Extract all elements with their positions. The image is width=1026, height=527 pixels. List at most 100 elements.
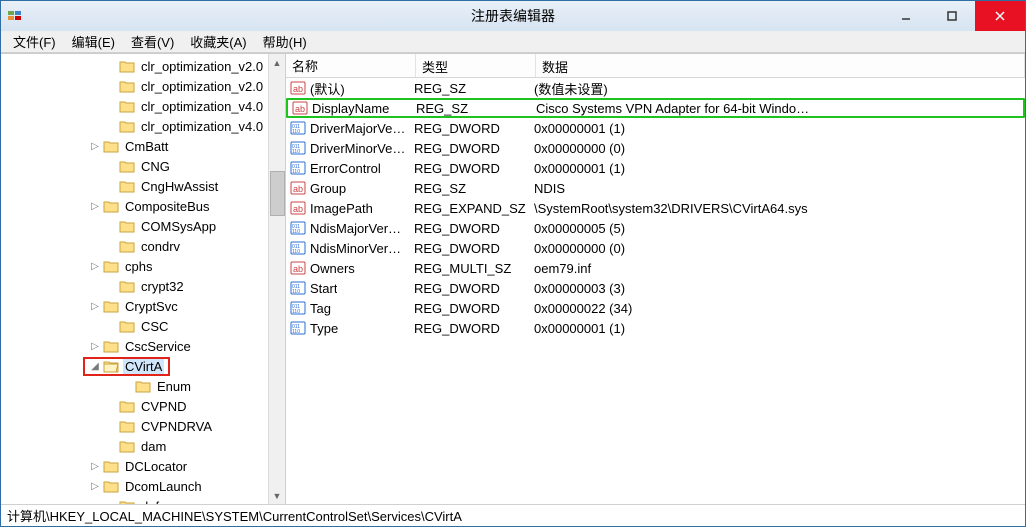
tree-node[interactable]: CVPNDRVA (1, 416, 285, 436)
tree-node[interactable]: clr_optimization_v4.0 (1, 96, 285, 116)
value-type: REG_DWORD (414, 141, 534, 156)
folder-icon (103, 199, 119, 213)
value-row[interactable]: 011110DriverMinorVe…REG_DWORD0x00000000 … (286, 138, 1025, 158)
col-header-type[interactable]: 类型 (416, 54, 536, 77)
value-row[interactable]: 011110NdisMinorVer…REG_DWORD0x00000000 (… (286, 238, 1025, 258)
value-type: REG_DWORD (414, 221, 534, 236)
tree-node[interactable]: clr_optimization_v2.0 (1, 76, 285, 96)
value-row[interactable]: abGroupREG_SZNDIS (286, 178, 1025, 198)
list-body[interactable]: ab(默认)REG_SZ(数值未设置)abDisplayNameREG_SZCi… (286, 78, 1025, 504)
expand-icon[interactable]: ▷ (89, 341, 101, 352)
menu-edit[interactable]: 编辑(E) (64, 30, 123, 53)
tree-node[interactable]: CngHwAssist (1, 176, 285, 196)
svg-text:110: 110 (292, 149, 300, 155)
tree-node[interactable]: ▷ CryptSvc (1, 296, 285, 316)
statusbar: 计算机\HKEY_LOCAL_MACHINE\SYSTEM\CurrentCon… (1, 504, 1025, 526)
collapse-icon[interactable]: ◢ (89, 361, 101, 372)
folder-icon (119, 399, 135, 413)
value-type: REG_DWORD (414, 281, 534, 296)
tree-node[interactable]: ▷CscService (1, 336, 285, 356)
value-name: DriverMajorVe… (310, 121, 405, 136)
tree-node-label: CVPNDRVA (139, 419, 214, 434)
tree-node[interactable]: ◢ CVirtA (1, 356, 285, 376)
tree-node[interactable]: defragsvc (1, 496, 285, 504)
expand-icon[interactable]: ▷ (89, 201, 101, 212)
folder-icon (103, 259, 119, 273)
value-row[interactable]: 011110DriverMajorVe…REG_DWORD0x00000001 … (286, 118, 1025, 138)
expand-icon[interactable]: ▷ (89, 261, 101, 272)
value-row[interactable]: abDisplayNameREG_SZCisco Systems VPN Ada… (286, 98, 1025, 118)
tree-node-label: CSC (139, 319, 170, 334)
tree-node[interactable]: ▷CompositeBus (1, 196, 285, 216)
value-row[interactable]: 011110TagREG_DWORD0x00000022 (34) (286, 298, 1025, 318)
svg-text:110: 110 (292, 129, 300, 135)
expand-icon[interactable]: ▷ (89, 461, 101, 472)
value-name: Tag (310, 301, 331, 316)
expand-icon[interactable]: ▷ (89, 481, 101, 492)
value-row[interactable]: abImagePathREG_EXPAND_SZ\SystemRoot\syst… (286, 198, 1025, 218)
tree-node[interactable]: CVPND (1, 396, 285, 416)
tree-node-label: DcomLaunch (123, 479, 204, 494)
tree-node[interactable]: Enum (1, 376, 285, 396)
tree-node[interactable]: ▷ cphs (1, 256, 285, 276)
value-type: REG_SZ (414, 81, 534, 96)
value-data: 0x00000000 (0) (534, 241, 1025, 256)
svg-text:110: 110 (292, 309, 300, 315)
menu-help[interactable]: 帮助(H) (255, 30, 315, 53)
value-row[interactable]: ab(默认)REG_SZ(数值未设置) (286, 78, 1025, 98)
value-name: Type (310, 321, 338, 336)
tree-node-label: condrv (139, 239, 182, 254)
tree-node-label: CVirtA (123, 359, 164, 374)
value-name: NdisMinorVer… (310, 241, 401, 256)
folder-icon (119, 219, 135, 233)
value-row[interactable]: 011110ErrorControlREG_DWORD0x00000001 (1… (286, 158, 1025, 178)
tree-node[interactable]: crypt32 (1, 276, 285, 296)
tree-node[interactable]: condrv (1, 236, 285, 256)
scroll-up-button[interactable]: ▲ (269, 54, 285, 71)
tree-node-label: CryptSvc (123, 299, 180, 314)
menu-file[interactable]: 文件(F) (5, 30, 64, 53)
minimize-button[interactable] (883, 1, 929, 31)
tree-node[interactable]: clr_optimization_v4.0 (1, 116, 285, 136)
menu-favorites[interactable]: 收藏夹(A) (182, 30, 254, 53)
tree-pane[interactable]: clr_optimization_v2.0clr_optimization_v2… (1, 54, 286, 504)
titlebar[interactable]: 注册表编辑器 (1, 1, 1025, 31)
value-row[interactable]: abOwnersREG_MULTI_SZoem79.inf (286, 258, 1025, 278)
close-button[interactable] (975, 1, 1025, 31)
value-row[interactable]: 011110TypeREG_DWORD0x00000001 (1) (286, 318, 1025, 338)
tree-node-label: crypt32 (139, 279, 186, 294)
value-name: ErrorControl (310, 161, 381, 176)
tree-node[interactable]: ▷DCLocator (1, 456, 285, 476)
scroll-thumb[interactable] (270, 171, 285, 216)
col-header-name[interactable]: 名称 (286, 54, 416, 77)
menu-view[interactable]: 查看(V) (123, 30, 182, 53)
value-row[interactable]: 011110StartREG_DWORD0x00000003 (3) (286, 278, 1025, 298)
tree-node-label: cphs (123, 259, 154, 274)
tree-node[interactable]: clr_optimization_v2.0 (1, 56, 285, 76)
folder-icon (119, 419, 135, 433)
col-header-data[interactable]: 数据 (536, 54, 1025, 77)
expand-icon[interactable]: ▷ (89, 301, 101, 312)
value-type: REG_MULTI_SZ (414, 261, 534, 276)
tree-node[interactable]: COMSysApp (1, 216, 285, 236)
tree-node[interactable]: CSC (1, 316, 285, 336)
maximize-button[interactable] (929, 1, 975, 31)
list-pane[interactable]: 名称 类型 数据 ab(默认)REG_SZ(数值未设置)abDisplayNam… (286, 54, 1025, 504)
tree-node-label: CNG (139, 159, 172, 174)
value-row[interactable]: 011110NdisMajorVer…REG_DWORD0x00000005 (… (286, 218, 1025, 238)
value-data: 0x00000001 (1) (534, 161, 1025, 176)
app-icon (7, 8, 23, 24)
tree-node[interactable]: dam (1, 436, 285, 456)
value-data: 0x00000001 (1) (534, 121, 1025, 136)
value-type: REG_DWORD (414, 121, 534, 136)
binary-value-icon: 011110 (290, 140, 306, 156)
folder-icon (135, 379, 151, 393)
tree-node[interactable]: CNG (1, 156, 285, 176)
scroll-down-button[interactable]: ▼ (269, 487, 285, 504)
tree-node-label: CngHwAssist (139, 179, 220, 194)
expand-icon[interactable]: ▷ (89, 141, 101, 152)
tree-node[interactable]: ▷CmBatt (1, 136, 285, 156)
tree-scrollbar[interactable]: ▲ ▼ (268, 54, 285, 504)
registry-tree[interactable]: clr_optimization_v2.0clr_optimization_v2… (1, 56, 285, 504)
tree-node[interactable]: ▷ DcomLaunch (1, 476, 285, 496)
